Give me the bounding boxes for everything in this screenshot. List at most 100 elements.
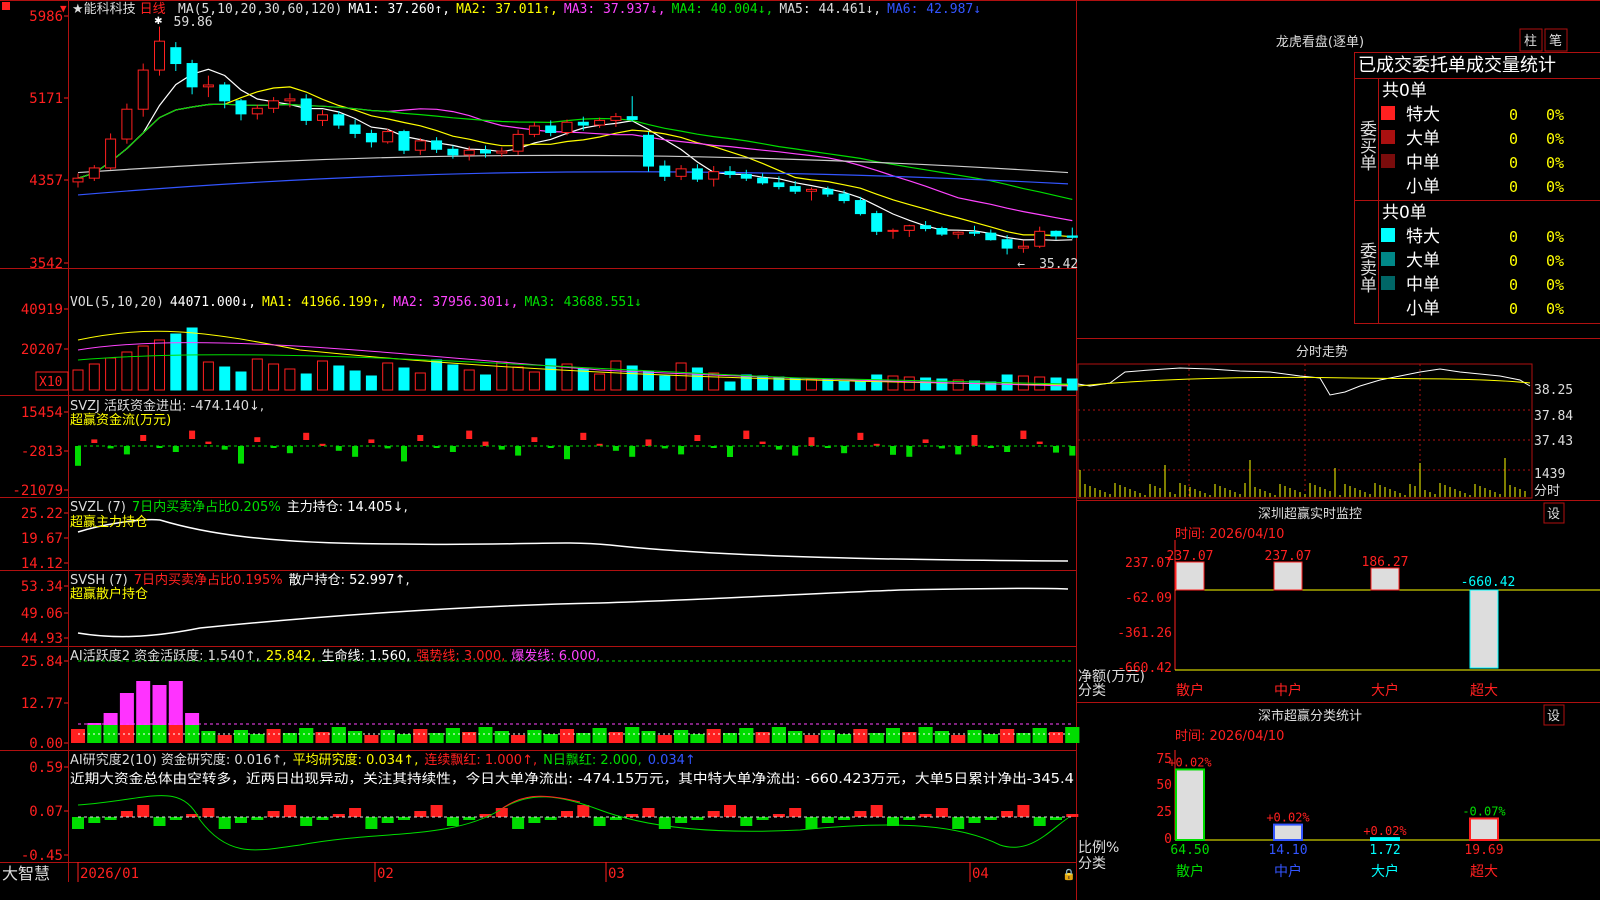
monitor-cat: 大户 [1371, 682, 1399, 699]
ai2-bar [593, 817, 606, 826]
price-axis: 5986 5171 4357 3542 [29, 9, 68, 272]
svzj-bar [971, 435, 978, 446]
buy-row-label: 中单 [1406, 153, 1440, 173]
legend-item: MA2: 37.011↑, [456, 2, 558, 17]
monitor-bar [1273, 561, 1303, 591]
svzj-bar [629, 446, 636, 457]
candle-body [920, 225, 932, 230]
candle-body [806, 188, 817, 192]
ai2-bar [707, 811, 720, 817]
ma20-line [77, 103, 1073, 222]
legend-item: 爆发线: 6.000, [511, 648, 600, 664]
svsh-line [77, 587, 1069, 638]
ai1-base [853, 729, 868, 743]
ai2-bar [642, 808, 655, 817]
ai2-bar [1001, 811, 1014, 817]
volume-bar [675, 362, 687, 391]
svzj-bar [694, 435, 701, 441]
candle-body [1034, 230, 1046, 247]
candle-body [659, 165, 671, 177]
vol-unit: X10 [39, 375, 62, 390]
monitor-bar [1370, 567, 1400, 591]
axis-label: 5986 [29, 9, 63, 25]
svzj-bar [1069, 446, 1076, 456]
candle-body [398, 131, 410, 151]
menu-icon[interactable] [2, 2, 10, 10]
volume-bar [724, 381, 736, 391]
ai2-bar [218, 817, 231, 829]
fenshi-vol-label: 1439 [1534, 467, 1565, 482]
ai2-bar [724, 805, 736, 817]
monitor-axis: 237.07 [1125, 556, 1172, 571]
monitor-value: -660.42 [1461, 575, 1516, 590]
lock-icon: 🔒 [1062, 868, 1076, 881]
candle-body [447, 148, 459, 156]
legend-item: 生命线: 1.560, [322, 648, 411, 664]
date-label: 03 [608, 866, 625, 882]
ai2-axis: 0.59 0.07 -0.45 [21, 760, 68, 864]
sell-row-label: 大单 [1406, 251, 1440, 271]
candle-body [936, 228, 948, 235]
ai1-base [543, 734, 558, 743]
volume-bar [382, 362, 394, 391]
candle-body [887, 229, 899, 232]
classify-value: 1.72 [1369, 843, 1400, 858]
sell-row-pct: 0% [1546, 276, 1564, 294]
axis-label: 5171 [29, 91, 63, 107]
svzl-hold: 主力持仓: 14.405↓, [287, 500, 408, 515]
svsh-name: SVSH (7) [70, 573, 128, 588]
ai2-bar [381, 817, 394, 823]
svzj-bar [123, 446, 130, 455]
volume-bar [822, 379, 834, 391]
candle-body [724, 171, 736, 175]
ma120-line [77, 171, 1069, 196]
volume-bar [512, 366, 524, 391]
volume-bar [447, 364, 459, 391]
classify-ylabel: 比例% [1078, 840, 1119, 856]
ai2-bar [789, 808, 802, 817]
candle-body [235, 100, 247, 115]
candle-body [121, 108, 133, 140]
legend-item: MA2: 37956.301↓, [393, 295, 518, 310]
ai1-base [527, 730, 542, 743]
monitor-chart: 237.07 -62.09 -361.26 -660.42 237.07 散户 237.07… [1078, 540, 1600, 699]
classify-cat: 中户 [1274, 863, 1302, 880]
sell-row-value: 0 [1509, 228, 1518, 246]
svzj-bar [841, 446, 848, 454]
candle-body [545, 125, 557, 134]
ai1-base [967, 730, 982, 743]
volume-bar [594, 373, 606, 391]
ma10-line [77, 86, 1073, 238]
ai2-bar [821, 817, 834, 823]
monitor-value: 237.07 [1265, 549, 1312, 564]
candle-body [561, 121, 573, 134]
ai2-bar [430, 805, 443, 817]
ai2-bar [968, 817, 981, 823]
svzj-bar [531, 437, 538, 442]
candle-body [365, 132, 377, 143]
classify-cat: 超大 [1470, 864, 1498, 880]
ai1-base [1032, 728, 1047, 743]
ai1-base [1049, 732, 1063, 743]
sell-row-value: 0 [1509, 300, 1518, 318]
volume-bar [691, 367, 703, 391]
low-label: 35.42 [1039, 257, 1078, 272]
high-marker: ✱ [155, 13, 163, 28]
intraday-chart[interactable]: 38.25 37.84 37.43 1439 分时 [1077, 363, 1573, 499]
volume-bar [105, 357, 117, 391]
buy-row-pct: 0% [1546, 130, 1564, 148]
monitor-axis: -361.26 [1117, 626, 1172, 641]
svzj-bar [1020, 430, 1027, 439]
classify-bar [1273, 823, 1303, 841]
classify-title: 深市超赢分类统计 [1258, 708, 1362, 724]
ai2-bar [512, 817, 525, 829]
svzj-bar [172, 446, 179, 452]
sell-swatch [1381, 252, 1395, 266]
legend-item: VOL(5,10,20) [70, 295, 164, 310]
volume-bar [480, 374, 491, 391]
axis-label: 15454 [21, 405, 63, 421]
candle-body [382, 131, 394, 143]
ai2-bar [202, 808, 215, 817]
svsh-ratio: 7日内买卖净占比0.195% [134, 572, 283, 588]
classify-value: 64.50 [1170, 843, 1209, 858]
